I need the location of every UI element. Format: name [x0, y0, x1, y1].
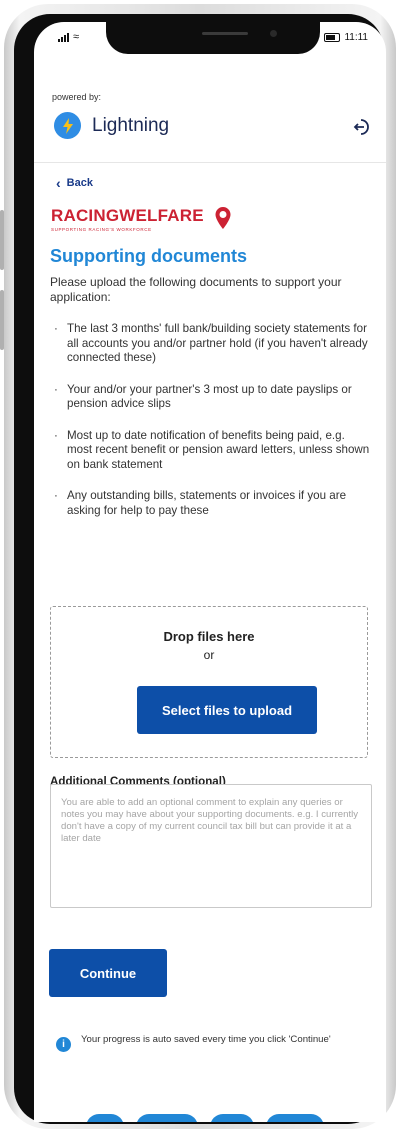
document-requirement: The last 3 months' full bank/building so…	[67, 322, 368, 364]
partner-name: RACINGWELFARE	[51, 206, 204, 225]
phone-side-button	[0, 290, 4, 350]
bullet: ·	[54, 489, 58, 502]
app-screen: ≈ 11:11 powered by: Lightning ‹ Back RAC…	[34, 22, 386, 1122]
comments-textarea[interactable]	[50, 784, 372, 908]
list-item: · The last 3 months' full bank/building s…	[50, 322, 370, 366]
speaker-grille	[202, 32, 248, 35]
logout-icon[interactable]	[352, 118, 370, 136]
location-pin-icon	[215, 207, 231, 229]
list-item: · Any outstanding bills, statements or in…	[50, 489, 370, 518]
brand-name: Lightning	[92, 115, 170, 136]
bullet: ·	[54, 382, 58, 396]
info-icon: i	[56, 1037, 71, 1052]
front-camera	[270, 30, 277, 37]
document-requirement: Any outstanding bills, statements or inv…	[67, 489, 347, 517]
file-drop-zone[interactable]: Drop files here or Select files to uploa…	[50, 606, 368, 758]
app-header: powered by: Lightning	[34, 78, 386, 163]
document-requirement: Most up to date notification of benefits…	[67, 428, 370, 471]
page-title: Supporting documents	[50, 246, 247, 266]
intro-text: Please upload the following documents to…	[50, 275, 342, 304]
cropped-content	[86, 1114, 366, 1122]
wifi-icon: ≈	[73, 31, 80, 43]
documents-list: · The last 3 months' full bank/building s…	[50, 322, 370, 535]
phone-side-button	[0, 210, 4, 270]
autosave-note: i Your progress is auto saved every time…	[56, 1034, 376, 1052]
lightning-bolt-icon	[54, 112, 81, 139]
phone-notch	[106, 22, 320, 54]
document-requirement: Your and/or your partner's 3 most up to …	[67, 382, 352, 411]
bullet: ·	[54, 428, 58, 442]
status-left: ≈	[58, 31, 80, 43]
status-bar: ≈ 11:11	[34, 22, 386, 66]
drop-or-label: or	[203, 648, 215, 662]
battery-icon	[324, 33, 341, 42]
continue-button[interactable]: Continue	[49, 949, 167, 997]
signal-icon	[58, 33, 69, 42]
drop-files-label: Drop files here	[163, 629, 255, 644]
status-right: 11:11	[324, 32, 368, 43]
list-item: · Most up to date notification of benefit…	[50, 429, 370, 473]
back-label: Back	[66, 177, 93, 189]
select-files-button[interactable]: Select files to upload	[137, 686, 317, 734]
chevron-left-icon: ‹	[56, 175, 61, 191]
back-link[interactable]: ‹ Back	[56, 175, 93, 191]
autosave-text: Your progress is auto saved every time y…	[81, 1034, 331, 1045]
partner-tagline: SUPPORTING RACING'S WORKFORCE	[51, 227, 152, 232]
powered-by-label: powered by:	[52, 92, 102, 102]
bullet: ·	[54, 322, 58, 335]
status-time: 11:11	[344, 32, 368, 43]
list-item: · Your and/or your partner's 3 most up to…	[50, 383, 370, 412]
partner-logo: RACINGWELFARE SUPPORTING RACING'S WORKFO…	[51, 206, 204, 232]
